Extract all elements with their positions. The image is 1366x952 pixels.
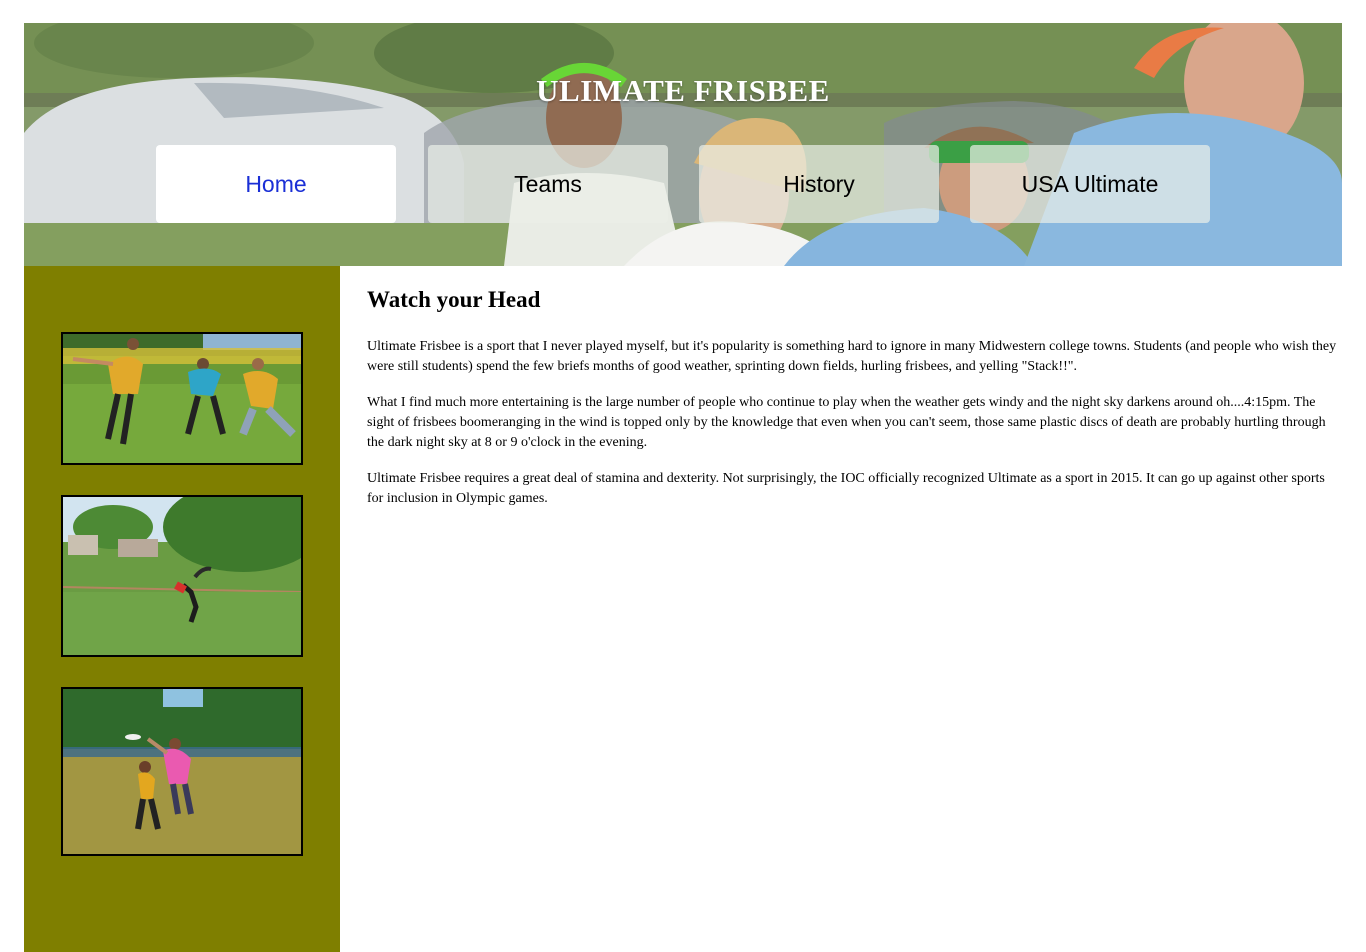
ultimate-huddle-photo bbox=[61, 332, 303, 465]
nav-usa-ultimate[interactable]: USA Ultimate bbox=[970, 145, 1210, 223]
ultimate-jump-catch-photo bbox=[61, 687, 303, 856]
page: ULIMATE FRISBEE Home Teams History USA U… bbox=[24, 23, 1342, 952]
main-content: Watch your Head Ultimate Frisbee is a sp… bbox=[367, 266, 1342, 509]
main-nav: Home Teams History USA Ultimate bbox=[24, 145, 1342, 223]
weather-paragraph: What I find much more entertaining is th… bbox=[367, 395, 1326, 450]
nav-teams[interactable]: Teams bbox=[428, 145, 668, 223]
olympics-paragraph: Ultimate Frisbee requires a great deal o… bbox=[367, 471, 1325, 506]
intro-paragraph: Ultimate Frisbee is a sport that I never… bbox=[367, 339, 1337, 374]
header-banner: ULIMATE FRISBEE Home Teams History USA U… bbox=[24, 23, 1342, 266]
sidebar bbox=[24, 266, 340, 952]
ultimate-field-catch-photo bbox=[61, 495, 303, 657]
nav-home[interactable]: Home bbox=[156, 145, 396, 223]
nav-history[interactable]: History bbox=[699, 145, 939, 223]
site-title: ULIMATE FRISBEE bbox=[536, 73, 830, 108]
page-heading: Watch your Head bbox=[367, 287, 541, 312]
